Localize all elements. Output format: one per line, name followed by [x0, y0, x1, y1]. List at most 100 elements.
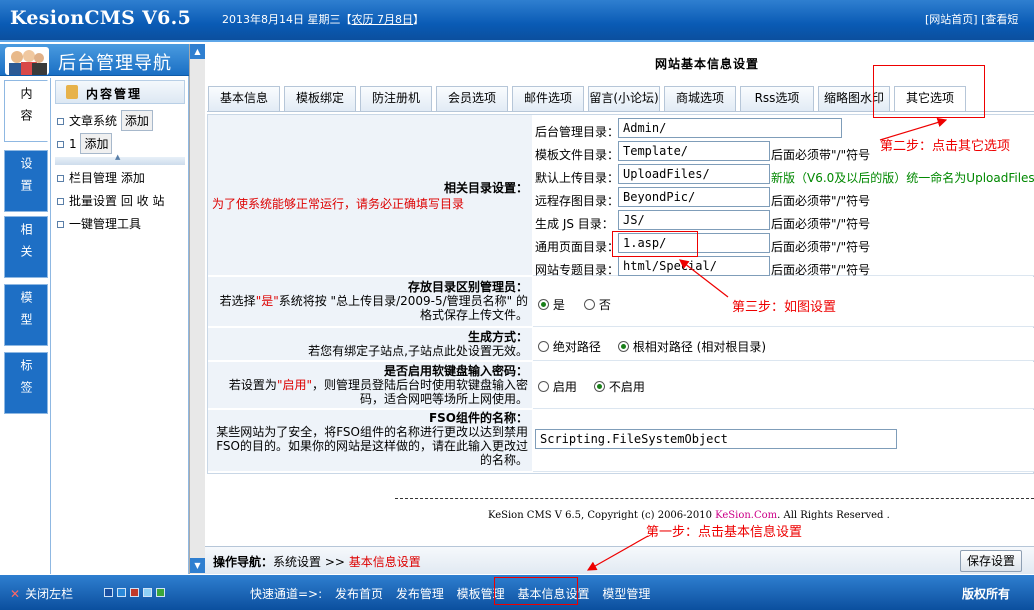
annotation-box-common-page: [612, 231, 698, 257]
content-management-header: 内容管理: [55, 80, 185, 104]
nav-item-one-key-tools[interactable]: 一键管理工具: [57, 215, 141, 232]
gen-abs-radio[interactable]: [538, 341, 549, 352]
soft-kbd-title: 是否启用软键盘输入密码：: [383, 364, 528, 378]
top-links[interactable]: [网站首页] [查看短: [925, 11, 1018, 27]
soft-kbd-on-radio[interactable]: [538, 381, 549, 392]
quick-links: 快速通道=>: 发布首页 发布管理 模板管理 基本信息设置 模型管理: [250, 587, 651, 601]
copyright-text: KeSion CMS V 6.5, Copyright (c) 2006-201…: [488, 510, 890, 521]
js-dir-input[interactable]: JS/: [618, 210, 770, 230]
store-dir-no-radio[interactable]: [584, 299, 595, 310]
close-icon: ✕: [10, 587, 21, 601]
vtab-related[interactable]: 相关: [4, 216, 48, 278]
vtab-content[interactable]: 内容: [4, 80, 48, 142]
vtab-tags[interactable]: 标签: [4, 352, 48, 414]
admin-dir-input[interactable]: Admin/: [618, 118, 842, 138]
soft-kbd-label-cell: 是否启用软键盘输入密码： 若设置为"启用"，则管理员登陆后台时使用软键盘输入密 …: [208, 362, 532, 409]
soft-kbd-desc-2: 码，适合网吧等场所上网使用。: [359, 392, 528, 406]
tab-member-options[interactable]: 会员选项: [436, 86, 508, 111]
lunar-date-link[interactable]: 农历 7月8日: [352, 13, 414, 26]
soft-kbd-off-option[interactable]: 不启用: [594, 378, 645, 395]
store-dir-yes-radio[interactable]: [538, 299, 549, 310]
fso-label-cell: FSO组件的名称： 某些网站为了安全，将FSO组件的名称进行更改以达到禁用 FS…: [208, 410, 532, 472]
upload-dir-label: 默认上传目录：: [535, 171, 620, 185]
admin-dir-label: 后台管理目录：: [535, 125, 620, 139]
page-title: 网站基本信息设置: [655, 57, 760, 71]
remote-pic-dir-label: 远程存图目录：: [535, 194, 620, 208]
js-dir-hint: 后面必须带"/"符号: [771, 217, 871, 231]
nav-item-1[interactable]: 1 添加: [57, 133, 113, 154]
tab-guestbook[interactable]: 留言(小论坛): [588, 86, 660, 111]
vtab-model[interactable]: 模型: [4, 284, 48, 346]
upload-dir-input[interactable]: UploadFiles/: [618, 164, 770, 184]
gen-mode-label-cell: 生成方式： 若您有绑定子站点,子站点此处设置无效。: [208, 328, 532, 361]
hand-pointer-icon: [66, 85, 78, 99]
close-left-panel-button[interactable]: ✕ 关闭左栏: [10, 585, 73, 602]
theme-swatch-2[interactable]: [117, 588, 126, 597]
gen-abs-option[interactable]: 绝对路径: [538, 338, 601, 355]
store-dir-yes-option[interactable]: 是: [538, 296, 565, 313]
nav-title: 后台管理导航: [58, 53, 172, 74]
bottom-copyright: 版权所有: [962, 587, 1011, 601]
tab-rss-options[interactable]: Rss选项: [740, 86, 814, 111]
left-scrollbar[interactable]: ▲ ▼: [189, 44, 205, 574]
tab-anti-register[interactable]: 防注册机: [360, 86, 432, 111]
footer-divider: [395, 498, 1034, 499]
gen-mode-desc: 若您有绑定子站点,子站点此处设置无效。: [308, 344, 528, 358]
dir-settings-label-cell: 相关目录设置： 为了使系统能够正常运行，请务必正确填写目录: [208, 115, 532, 276]
nav-item-column-manage[interactable]: 栏目管理 添加: [57, 169, 145, 186]
special-dir-label: 网站专题目录：: [535, 263, 620, 277]
store-dir-label-cell: 存放目录区别管理员： 若选择"是"系统将按 "总上传目录/2009-5/管理员名…: [208, 277, 532, 327]
fso-name-input[interactable]: Scripting.FileSystemObject: [535, 429, 897, 449]
scroll-up-icon[interactable]: ▲: [190, 44, 205, 59]
special-dir-input[interactable]: html/Special/: [618, 256, 770, 276]
upload-dir-hint: 新版（V6.0及以后的版）统一命名为UploadFiles目: [771, 171, 1034, 185]
template-dir-label: 模板文件目录：: [535, 148, 620, 162]
nav-item-article-system[interactable]: 文章系统 添加: [57, 110, 153, 131]
theme-swatch-3[interactable]: [130, 588, 139, 597]
fso-desc-1: 某些网站为了安全，将FSO组件的名称进行更改以达到禁用: [216, 425, 528, 439]
js-dir-label: 生成 JS 目录：: [535, 217, 614, 231]
fso-desc-3: 的名称。: [479, 453, 528, 467]
collapse-splitter[interactable]: [55, 153, 185, 165]
operation-nav-bar: 操作导航：系统设置 >> 基本信息设置: [205, 546, 1034, 574]
quick-link-model-manage[interactable]: 模型管理: [602, 587, 650, 601]
add-article-button[interactable]: 添加: [120, 110, 153, 131]
quick-link-publish-manage[interactable]: 发布管理: [396, 587, 444, 601]
tab-shop-options[interactable]: 商城选项: [664, 86, 736, 111]
remote-pic-dir-hint: 后面必须带"/"符号: [771, 194, 871, 208]
save-settings-button[interactable]: 保存设置: [960, 550, 1022, 572]
gen-rel-radio[interactable]: [618, 341, 629, 352]
store-dir-desc-2: 格式保存上传文件。: [419, 308, 528, 322]
annotation-step3: 第三步：如图设置: [732, 300, 837, 315]
template-dir-hint: 后面必须带"/"符号: [771, 148, 871, 162]
vtab-settings[interactable]: 设置: [4, 150, 48, 212]
store-dir-desc: 若选择"是"系统将按 "总上传目录/2009-5/管理员名称" 的: [219, 294, 528, 308]
gen-mode-title: 生成方式：: [467, 330, 528, 344]
theme-swatch-5[interactable]: [156, 588, 165, 597]
tab-mail-options[interactable]: 邮件选项: [512, 86, 584, 111]
tab-basic-info[interactable]: 基本信息: [208, 86, 280, 111]
soft-kbd-desc: 若设置为"启用"，则管理员登陆后台时使用软键盘输入密: [228, 378, 528, 392]
kesion-link[interactable]: KeSion.Com: [715, 510, 777, 521]
scroll-down-icon[interactable]: ▼: [190, 558, 205, 573]
theme-swatch-4[interactable]: [143, 588, 152, 597]
annotation-step2: 第二步：点击其它选项: [880, 139, 1011, 154]
common-page-dir-hint: 后面必须带"/"符号: [771, 240, 871, 254]
store-dir-title: 存放目录区别管理员：: [407, 280, 528, 294]
dir-settings-warning: 为了使系统能够正常运行，请务必正确填写目录: [212, 197, 465, 211]
soft-kbd-off-radio[interactable]: [594, 381, 605, 392]
soft-kbd-on-option[interactable]: 启用: [538, 378, 577, 395]
annotation-box-basic-info: [494, 577, 578, 605]
remote-pic-dir-input[interactable]: BeyondPic/: [618, 187, 770, 207]
annotation-box-other-options: [873, 65, 985, 118]
quick-link-publish-home[interactable]: 发布首页: [335, 587, 383, 601]
app-logo: KesionCMS V6.5: [10, 7, 192, 29]
gen-rel-option[interactable]: 根相对路径 (相对根目录): [618, 338, 766, 355]
theme-swatch-1[interactable]: [104, 588, 113, 597]
template-dir-input[interactable]: Template/: [618, 141, 770, 161]
nav-item-batch-settings[interactable]: 批量设置 回 收 站: [57, 192, 164, 209]
dir-settings-label: 相关目录设置：: [443, 181, 528, 195]
tab-template-binding[interactable]: 模板绑定: [284, 86, 356, 111]
add-item-button[interactable]: 添加: [80, 133, 113, 154]
store-dir-no-option[interactable]: 否: [584, 296, 611, 313]
